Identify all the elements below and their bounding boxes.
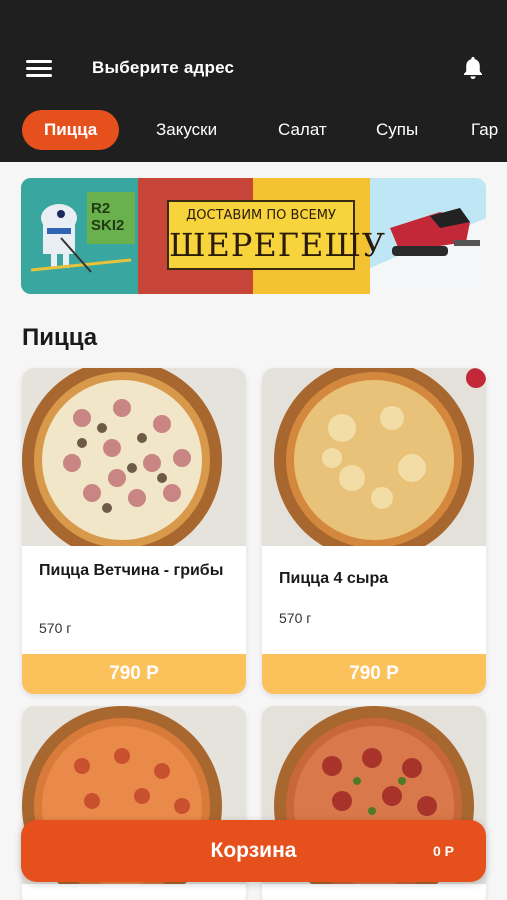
pizza-four-cheese-image	[262, 368, 486, 546]
category-tabs: Пицца Закуски Салат Супы Гар	[0, 110, 507, 152]
tab-snacks[interactable]: Закуски	[156, 110, 217, 150]
tab-pizza[interactable]: Пицца	[22, 110, 120, 150]
app-screen: Выберите адрес Пицца Закуски Салат Супы …	[0, 0, 507, 900]
product-price-button[interactable]: 790 Р	[22, 654, 246, 694]
product-price-button[interactable]: 790 Р	[262, 654, 486, 694]
banner-line1: ДОСТАВИМ ПО ВСЕМУ	[186, 208, 336, 223]
bell-icon[interactable]	[459, 54, 487, 82]
section-title: Пицца	[22, 324, 98, 351]
product-card[interactable]: Пицца Ветчина - грибы 570 г 790 Р	[22, 368, 246, 694]
tab-salad[interactable]: Салат	[278, 110, 327, 150]
hamburger-menu-icon[interactable]	[26, 60, 52, 78]
tab-soups[interactable]: Супы	[376, 110, 418, 150]
address-selector[interactable]: Выберите адрес	[92, 58, 234, 78]
product-weight: 570 г	[279, 610, 312, 626]
robot-skier-illustration	[21, 178, 138, 294]
cart-total: 0 Р	[432, 843, 454, 859]
banner-line2: ШЕРЕГЕШУ	[169, 226, 386, 264]
banner-robot-panel: R2 SKI2	[21, 178, 138, 294]
banner-snowmobile-panel	[370, 178, 486, 294]
banner-headline-box: ДОСТАВИМ ПО ВСЕМУ ШЕРЕГЕШУ	[167, 200, 386, 270]
banner-logo: R2 SKI2	[91, 200, 125, 234]
top-bar: Выберите адрес Пицца Закуски Салат Супы …	[0, 0, 507, 162]
tab-garnish[interactable]: Гар	[471, 110, 498, 150]
cart-label: Корзина	[210, 839, 297, 862]
pizza-ham-mushroom-image	[22, 368, 246, 546]
snowmobile-illustration	[370, 178, 486, 268]
product-weight: 570 г	[39, 620, 72, 636]
cart-button[interactable]: Корзина 0 Р	[21, 820, 486, 882]
product-name: Пицца 4 сыра	[279, 570, 389, 587]
product-card[interactable]: Пицца 4 сыра 570 г 790 Р	[262, 368, 486, 694]
promo-banner[interactable]: R2 SKI2 ДОСТАВИМ ПО ВСЕМУ ШЕРЕГЕШУ	[21, 178, 486, 294]
product-name: Пицца Ветчина - грибы	[39, 562, 224, 579]
